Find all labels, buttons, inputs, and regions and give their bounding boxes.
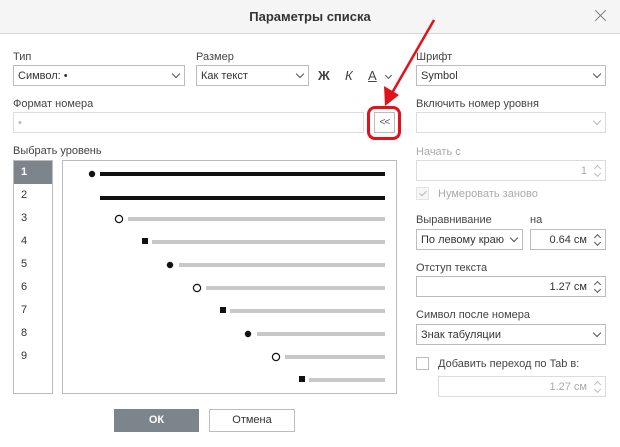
bullet-hollow-circle-icon bbox=[271, 352, 281, 362]
chevron-down-icon[interactable] bbox=[593, 285, 602, 294]
level-item-8[interactable]: 8 bbox=[14, 322, 52, 345]
level-item-7[interactable]: 7 bbox=[14, 299, 52, 322]
chevron-down-icon[interactable] bbox=[593, 169, 602, 178]
chevron-down-icon[interactable] bbox=[593, 238, 602, 247]
restart-checkbox[interactable] bbox=[416, 187, 429, 200]
level-item-6[interactable]: 6 bbox=[14, 276, 52, 299]
bullet-filled-circle-icon bbox=[88, 170, 96, 178]
bullet-filled-circle-icon bbox=[166, 261, 174, 269]
choose-level-label: Выбрать уровень bbox=[13, 145, 102, 157]
preview-line bbox=[128, 217, 385, 221]
include-level-select[interactable] bbox=[416, 112, 606, 133]
chevron-down-icon bbox=[592, 116, 602, 126]
bullet-hollow-circle-icon bbox=[192, 283, 202, 293]
bullet-hollow-circle-icon bbox=[114, 214, 124, 224]
start-at-spinner[interactable]: 1 bbox=[416, 160, 606, 181]
include-level-label: Включить номер уровня bbox=[416, 98, 539, 110]
list-preview bbox=[62, 160, 397, 394]
level-item-1[interactable]: 1 bbox=[14, 161, 52, 184]
symbol-after-label: Символ после номера bbox=[416, 309, 530, 321]
indent-label: Отступ текста bbox=[416, 262, 488, 274]
chevron-down-icon[interactable] bbox=[593, 385, 602, 394]
chevron-down-icon bbox=[509, 233, 519, 243]
preview-line bbox=[100, 196, 385, 200]
alignment-at-spinner[interactable]: 0.64 см bbox=[530, 229, 606, 250]
level-item-3[interactable]: 3 bbox=[14, 207, 52, 230]
symbol-after-value: Знак табуляции bbox=[421, 329, 502, 341]
level-item-9[interactable]: 9 bbox=[14, 345, 52, 368]
start-at-value: 1 bbox=[580, 165, 587, 177]
preview-line bbox=[230, 309, 385, 313]
bullet-filled-square-icon bbox=[142, 238, 148, 244]
symbol-after-select[interactable]: Знак табуляции bbox=[416, 324, 606, 345]
tab-stop-label: Добавить переход по Tab в: bbox=[438, 358, 580, 370]
preview-canvas bbox=[88, 170, 385, 382]
alignment-label: Выравнивание bbox=[416, 214, 492, 226]
alignment-select[interactable]: По левому краю bbox=[416, 229, 523, 250]
ok-button[interactable]: ОК bbox=[114, 409, 199, 432]
level-item-5[interactable]: 5 bbox=[14, 253, 52, 276]
chevron-down-icon bbox=[592, 328, 602, 338]
preview-line bbox=[206, 286, 385, 290]
bullet-filled-square-icon bbox=[299, 376, 305, 382]
bullet-filled-square-icon bbox=[220, 307, 226, 313]
indent-value: 1.27 см bbox=[549, 281, 587, 293]
level-item-4[interactable]: 4 bbox=[14, 230, 52, 253]
bullet-filled-circle-icon bbox=[244, 330, 252, 338]
restart-label: Нумеровать заново bbox=[438, 188, 538, 200]
tab-stop-value: 1.27 см bbox=[549, 381, 587, 393]
level-item-2[interactable]: 2 bbox=[14, 184, 52, 207]
cancel-button[interactable]: Отмена bbox=[209, 409, 295, 432]
preview-line bbox=[179, 263, 385, 267]
preview-line bbox=[309, 378, 385, 382]
alignment-at-label: на bbox=[530, 214, 543, 226]
start-at-label: Начать с bbox=[416, 146, 461, 158]
alignment-at-value: 0.64 см bbox=[549, 234, 587, 246]
preview-line bbox=[100, 172, 385, 176]
level-list[interactable]: 1 2 3 4 5 6 7 8 9 bbox=[13, 160, 53, 394]
indent-spinner[interactable]: 1.27 см bbox=[416, 276, 606, 297]
alignment-value: По левому краю bbox=[421, 234, 504, 246]
preview-line bbox=[152, 240, 385, 244]
tab-stop-spinner[interactable]: 1.27 см bbox=[438, 376, 606, 397]
tab-stop-checkbox[interactable] bbox=[416, 357, 429, 370]
preview-line bbox=[285, 355, 385, 359]
check-icon bbox=[419, 188, 427, 197]
preview-line bbox=[257, 332, 385, 336]
